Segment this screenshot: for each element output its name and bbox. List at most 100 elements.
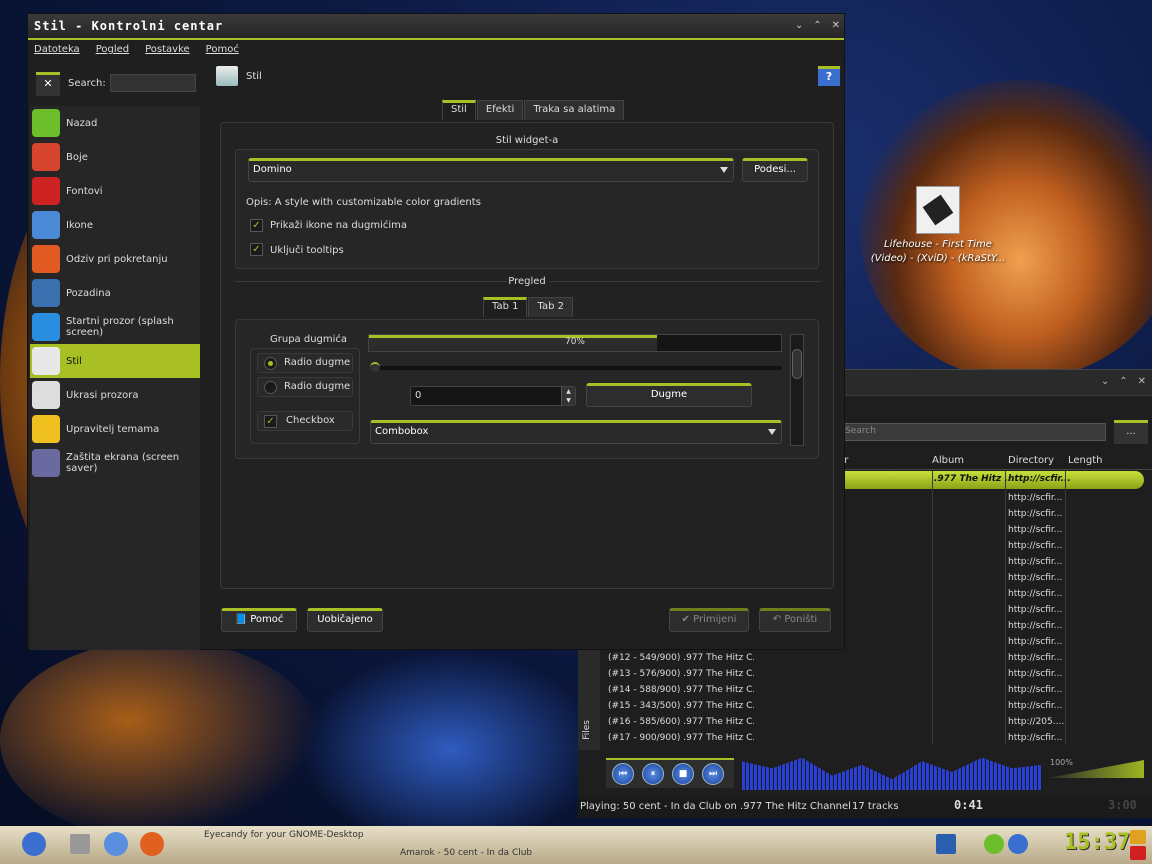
help-button[interactable]: ? [818,66,840,86]
remaining-time[interactable]: 3:00 [1108,798,1137,812]
directory-cell[interactable]: http://205.... [1006,714,1064,730]
preview-combobox[interactable]: Combobox [370,420,782,444]
directory-cell[interactable]: http://scfir... [1006,618,1064,634]
sidebar-item[interactable]: Nazad [30,106,200,140]
directory-cell[interactable]: http://scfir... [1006,586,1064,602]
directory-cell[interactable]: http://scfir... [1006,490,1064,506]
close-icon[interactable]: ✕ [832,20,840,31]
previous-icon[interactable]: ⏮ [612,763,634,785]
configure-button[interactable]: Podesi... [742,158,808,182]
logout-icon[interactable] [1130,846,1146,860]
kde-menu-icon[interactable] [22,832,46,856]
show-icons-checkbox[interactable]: ✓ [250,219,263,232]
preview-scrollbar[interactable] [790,334,804,446]
show-desktop-icon[interactable] [70,834,90,854]
apply-button[interactable]: ✔ Primijeni [669,608,749,632]
tooltips-checkbox[interactable]: ✓ [250,243,263,256]
tab-effects[interactable]: Efekti [476,100,524,120]
clock[interactable]: 15:37 [1064,830,1130,855]
track-row[interactable]: (#14 - 588/900) .977 The Hitz C... [608,682,754,698]
lock-icon[interactable] [1130,830,1146,844]
sidebar-item[interactable]: Boje [30,140,200,174]
clear-search-button[interactable]: ✕ [36,72,60,96]
directory-cell[interactable]: http://scfir... [1006,538,1064,554]
sidebar-item[interactable]: Pozadina [30,276,200,310]
sidebar-item[interactable]: Fontovi [30,174,200,208]
tray-amarok-icon[interactable] [1008,834,1028,854]
directory-cell[interactable]: http://scfir... [1006,602,1064,618]
desktop-video-file[interactable]: Lifehouse - First Time (Video) - (XviD) … [868,186,1008,264]
menu-file[interactable]: Datoteka [34,44,80,60]
pause-icon[interactable]: ⏸ [642,763,664,785]
defaults-button[interactable]: Uobičajeno [307,608,383,632]
sidebar-item[interactable]: Stil [30,344,200,378]
spectrum-analyzer[interactable] [742,757,1042,790]
col-album[interactable]: Album [928,452,1004,469]
sidebar-item[interactable]: Startni prozor (splash screen) [30,310,200,344]
track-row[interactable]: (#12 - 549/900) .977 The Hitz C... [608,650,754,666]
tab-style[interactable]: Stil [442,100,476,120]
directory-cell[interactable]: http://scfir... [1006,666,1064,682]
slider-handle[interactable] [370,362,380,372]
track-row[interactable]: (#13 - 576/900) .977 The Hitz C... [608,666,754,682]
task-browser[interactable]: Eyecandy for your GNOME-Desktop [204,830,364,840]
window-titlebar[interactable]: Stil - Kontrolni centar ⌄ ⌃ ✕ [28,14,844,40]
preview-tab-2[interactable]: Tab 2 [528,297,573,317]
stop-icon[interactable]: ■ [672,763,694,785]
tray-check-icon[interactable] [984,834,1004,854]
directory-cell[interactable]: http://scfir... [1006,634,1064,650]
directory-cell[interactable]: http://scfir... [1006,682,1064,698]
maximize-icon[interactable]: ⌃ [1119,376,1127,387]
task-amarok[interactable]: Amarok - 50 cent - In da Club [400,848,532,858]
preview-spinbox[interactable]: 0 ▲ ▼ [410,386,576,406]
maximize-icon[interactable]: ⌃ [813,20,821,31]
elapsed-time[interactable]: 0:41 [954,798,983,812]
sidebar-item[interactable]: Upravitelj temama [30,412,200,446]
tray-icon[interactable] [936,834,956,854]
preview-slider[interactable] [370,362,782,372]
track-row[interactable]: (#15 - 343/500) .977 The Hitz C... [608,698,754,714]
search-options-button[interactable]: ... [1114,420,1148,444]
menu-settings[interactable]: Postavke [145,44,190,60]
directory-cell[interactable]: http://scfir... [1006,570,1064,586]
directory-cell[interactable]: http://scfir... [1006,730,1064,746]
konqueror-icon[interactable] [104,832,128,856]
firefox-icon[interactable] [140,832,164,856]
col-directory[interactable]: Directory [1004,452,1064,469]
current-track-row[interactable]: .977 The Hitz ... http://scfir... [828,471,1144,489]
directory-cell[interactable]: http://scfir... [1006,650,1064,666]
preview-push-button[interactable]: Dugme [586,383,752,407]
radio-1[interactable] [264,357,277,370]
search-input[interactable] [110,74,196,92]
minimize-icon[interactable]: ⌄ [795,20,803,31]
close-icon[interactable]: ✕ [1138,376,1146,387]
sidebar-item[interactable]: Ikone [30,208,200,242]
directory-cell[interactable]: http://scfir... [1006,698,1064,714]
spin-arrows-icon[interactable]: ▲ ▼ [561,387,575,405]
directory-cell[interactable]: http://scfir... [1006,506,1064,522]
col-length[interactable]: Length [1064,452,1124,469]
track-row[interactable]: (#16 - 585/600) .977 The Hitz C... [608,714,754,730]
sidebar-item[interactable]: Zaštita ekrana (screen saver) [30,446,200,480]
menu-view[interactable]: Pogled [96,44,129,60]
track-row[interactable]: (#17 - 900/900) .977 The Hitz C... [608,730,754,746]
preview-progress-bar: 70% [368,334,782,352]
current-directory: http://scfir... [1008,474,1071,484]
style-combobox[interactable]: Domino [248,158,734,182]
reset-button[interactable]: ↶ Poništi [759,608,831,632]
playlist-search-input[interactable]: Search [840,423,1106,441]
files-side-tab[interactable]: Files [582,720,592,740]
preview-tab-1[interactable]: Tab 1 [483,297,528,317]
preview-checkbox[interactable]: ✓ [264,415,277,428]
tab-toolbar[interactable]: Traka sa alatima [524,100,625,120]
directory-cell[interactable]: http://scfir... [1006,522,1064,538]
help-footer-button[interactable]: 📘 Pomoć [221,608,297,632]
directory-cell[interactable]: http://scfir... [1006,554,1064,570]
minimize-icon[interactable]: ⌄ [1101,376,1109,387]
menu-help[interactable]: Pomoć [206,44,239,60]
radio-2[interactable] [264,381,277,394]
scrollbar-thumb[interactable] [792,349,802,379]
sidebar-item[interactable]: Odziv pri pokretanju [30,242,200,276]
sidebar-item[interactable]: Ukrasi prozora [30,378,200,412]
next-icon[interactable]: ⏭ [702,763,724,785]
